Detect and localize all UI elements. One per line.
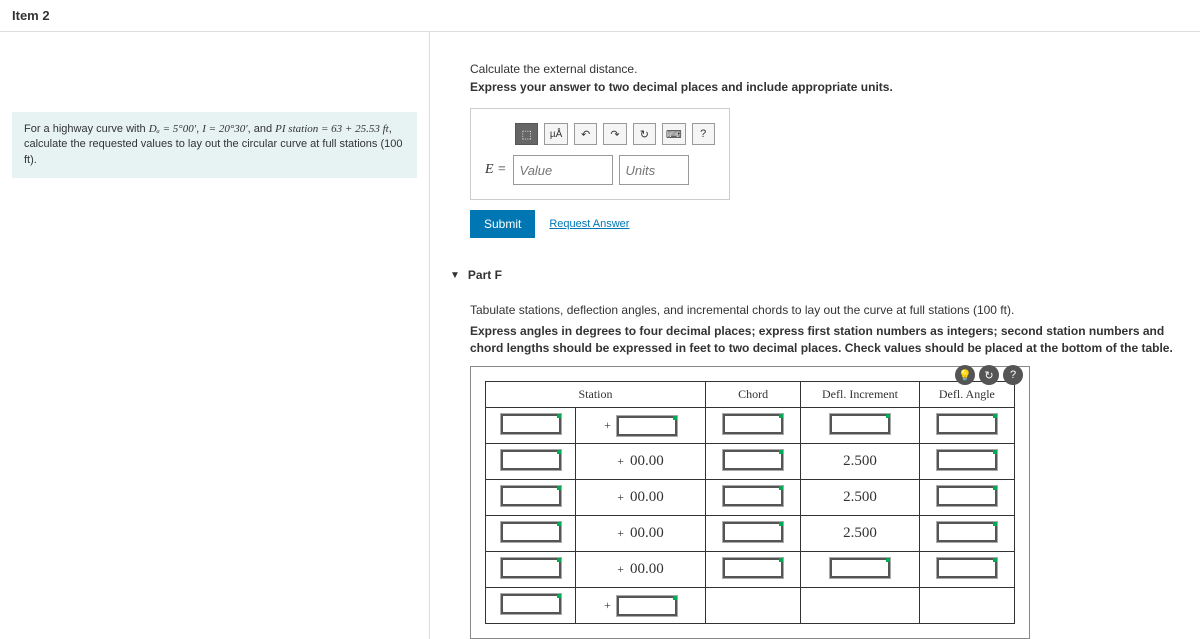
defl-incr-value: 2.500 bbox=[843, 489, 877, 505]
chord-input[interactable] bbox=[723, 414, 783, 434]
defl-angle-input[interactable] bbox=[937, 450, 997, 470]
station-major-input[interactable] bbox=[501, 522, 561, 542]
submit-row: Submit Request Answer bbox=[470, 210, 1200, 238]
station-major-input[interactable] bbox=[501, 558, 561, 578]
table-row: + bbox=[486, 588, 1015, 624]
instruction-line2: Express your answer to two decimal place… bbox=[470, 80, 1200, 94]
defl-incr-input[interactable] bbox=[830, 414, 890, 434]
partf-line1: Tabulate stations, deflection angles, an… bbox=[470, 302, 1200, 319]
station-minor-input[interactable] bbox=[617, 596, 677, 616]
part-f-title: Part F bbox=[468, 268, 502, 282]
request-answer-link[interactable]: Request Answer bbox=[549, 218, 629, 230]
item-title: Item 2 bbox=[12, 8, 50, 23]
problem-da: Dₐ = 5°00′ bbox=[149, 123, 196, 135]
defl-incr-value: 2.500 bbox=[843, 453, 877, 469]
th-defl-incr: Defl. Increment bbox=[801, 382, 920, 408]
equation-row: E = bbox=[485, 155, 715, 185]
page-header: Item 2 bbox=[0, 0, 1200, 32]
station-minor-value: 00.00 bbox=[630, 453, 664, 470]
help-icon[interactable]: ? bbox=[692, 123, 715, 145]
reset-icon[interactable]: ↻ bbox=[633, 123, 656, 145]
hint-icon[interactable]: 💡 bbox=[955, 365, 975, 385]
th-chord: Chord bbox=[706, 382, 801, 408]
data-table: Station Chord Defl. Increment Defl. Angl… bbox=[485, 381, 1015, 624]
problem-pi: PI station = 63 + 25.53 ft bbox=[275, 123, 389, 135]
main-layout: For a highway curve with Dₐ = 5°00′, I =… bbox=[0, 32, 1200, 639]
plus-icon: + bbox=[617, 526, 624, 541]
chord-input[interactable] bbox=[723, 486, 783, 506]
caret-down-icon: ▼ bbox=[450, 270, 460, 281]
table-container: 💡 ↻ ? Station Chord Defl. Increment Defl… bbox=[470, 366, 1030, 639]
problem-statement: For a highway curve with Dₐ = 5°00′, I =… bbox=[12, 112, 417, 178]
table-row: +00.00 2.500 bbox=[486, 480, 1015, 516]
table-row: +00.00 bbox=[486, 552, 1015, 588]
help-circle-icon[interactable]: ? bbox=[1003, 365, 1023, 385]
station-minor-input[interactable] bbox=[617, 416, 677, 436]
value-input[interactable] bbox=[513, 155, 613, 185]
th-station: Station bbox=[486, 382, 706, 408]
table-row: +00.00 2.500 bbox=[486, 516, 1015, 552]
th-defl-angle: Defl. Angle bbox=[919, 382, 1014, 408]
redo-icon[interactable]: ↷ bbox=[603, 123, 626, 145]
plus-icon: + bbox=[617, 562, 624, 577]
defl-angle-input[interactable] bbox=[937, 522, 997, 542]
part-f-header[interactable]: ▼ Part F bbox=[450, 268, 1200, 282]
station-major-input[interactable] bbox=[501, 486, 561, 506]
table-row: +00.00 2.500 bbox=[486, 444, 1015, 480]
plus-icon: + bbox=[617, 490, 624, 505]
station-minor-value: 00.00 bbox=[630, 561, 664, 578]
answer-block: ⬚ µÅ ↶ ↷ ↻ ⌨ ? E = bbox=[470, 108, 730, 200]
defl-angle-input[interactable] bbox=[937, 414, 997, 434]
keyboard-icon[interactable]: ⌨ bbox=[662, 123, 685, 145]
undo-icon[interactable]: ↶ bbox=[574, 123, 597, 145]
chord-input[interactable] bbox=[723, 450, 783, 470]
table-row: + bbox=[486, 408, 1015, 444]
station-minor-value: 00.00 bbox=[630, 489, 664, 506]
instruction-line1: Calculate the external distance. bbox=[470, 62, 1200, 76]
fraction-icon[interactable]: ⬚ bbox=[515, 123, 538, 145]
defl-incr-input[interactable] bbox=[830, 558, 890, 578]
table-body: ++00.002.500+00.002.500+00.002.500+00.00… bbox=[486, 408, 1015, 624]
partf-line2: Express angles in degrees to four decima… bbox=[470, 323, 1200, 357]
chord-input[interactable] bbox=[723, 522, 783, 542]
redo-circle-icon[interactable]: ↻ bbox=[979, 365, 999, 385]
defl-angle-input[interactable] bbox=[937, 558, 997, 578]
station-major-input[interactable] bbox=[501, 450, 561, 470]
units-symbol-icon[interactable]: µÅ bbox=[544, 123, 567, 145]
plus-icon: + bbox=[604, 598, 611, 613]
chord-input[interactable] bbox=[723, 558, 783, 578]
table-tool-row: 💡 ↻ ? bbox=[955, 365, 1023, 385]
answer-toolbar: ⬚ µÅ ↶ ↷ ↻ ⌨ ? bbox=[515, 123, 715, 145]
station-major-input[interactable] bbox=[501, 594, 561, 614]
submit-button[interactable]: Submit bbox=[470, 210, 535, 238]
defl-angle-input[interactable] bbox=[937, 486, 997, 506]
station-minor-value: 00.00 bbox=[630, 525, 664, 542]
units-input[interactable] bbox=[619, 155, 689, 185]
left-panel: For a highway curve with Dₐ = 5°00′, I =… bbox=[0, 32, 430, 639]
right-panel: Calculate the external distance. Express… bbox=[430, 32, 1200, 639]
problem-i: I = 20°30′ bbox=[202, 123, 247, 135]
problem-prefix: For a highway curve with bbox=[24, 123, 149, 135]
station-major-input[interactable] bbox=[501, 414, 561, 434]
plus-icon: + bbox=[617, 454, 624, 469]
defl-incr-value: 2.500 bbox=[843, 525, 877, 541]
plus-icon: + bbox=[604, 418, 611, 433]
equation-label: E = bbox=[485, 162, 507, 178]
